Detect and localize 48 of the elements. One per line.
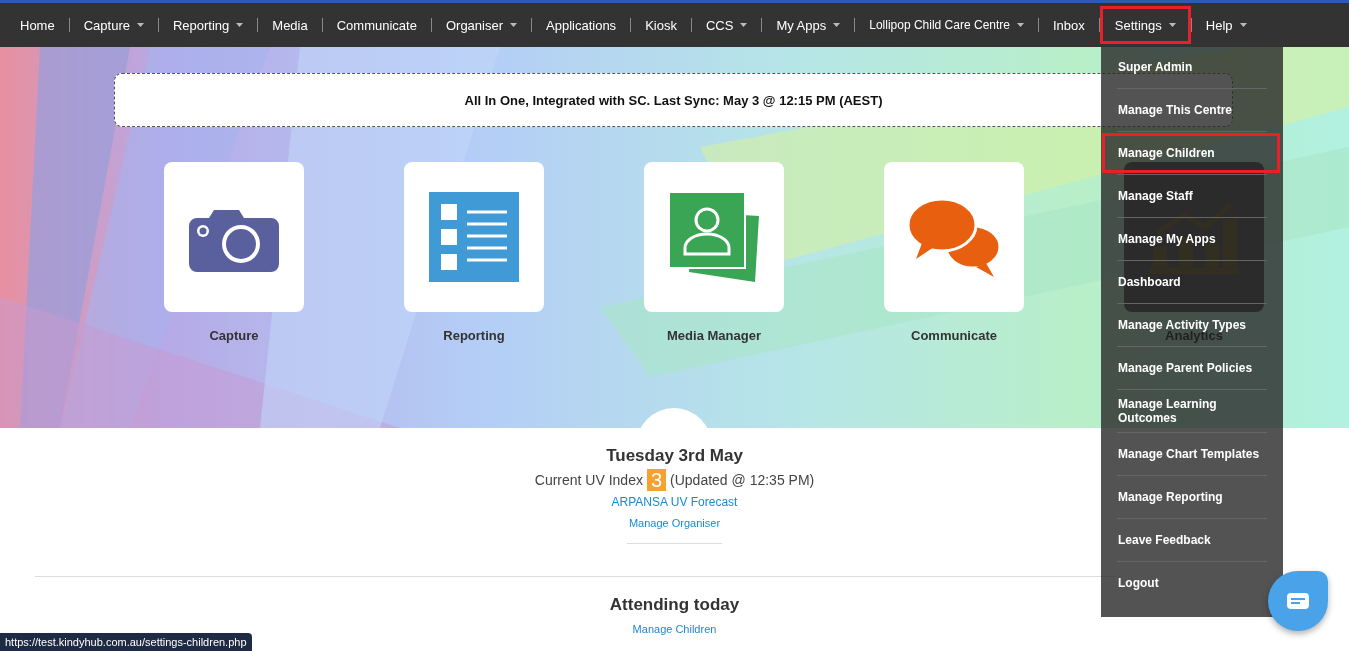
- nav-item[interactable]: Lollipop Child Care Centre: [855, 6, 1038, 44]
- tile-label: Capture: [209, 328, 259, 343]
- menu-item[interactable]: Manage Learning Outcomes: [1102, 391, 1280, 431]
- tile-label: Reporting: [443, 328, 505, 343]
- app-tile[interactable]: [644, 162, 784, 312]
- forecast-link[interactable]: ARPANSA UV Forecast: [611, 495, 738, 509]
- menu-item[interactable]: Manage Children: [1102, 133, 1280, 173]
- menu-item[interactable]: Manage Staff: [1102, 176, 1280, 216]
- menu-item[interactable]: Manage This Centre: [1102, 90, 1280, 130]
- uv-label: Current UV Index: [534, 472, 643, 488]
- date-heading: Tuesday 3rd May: [606, 446, 743, 466]
- app-tile[interactable]: [164, 162, 304, 312]
- chat-icon: [1287, 593, 1309, 609]
- menu-item[interactable]: Super Admin: [1102, 47, 1280, 87]
- chat-button[interactable]: [1268, 571, 1328, 631]
- menu-item[interactable]: Manage Chart Templates: [1102, 434, 1280, 474]
- menu-item[interactable]: Dashboard: [1102, 262, 1280, 302]
- nav-item[interactable]: CCS: [691, 6, 762, 44]
- status-url: https://test.kindyhub.com.au/settings-children.php: [0, 633, 252, 651]
- nav-item[interactable]: Organiser: [431, 6, 531, 44]
- nav-item[interactable]: Home: [6, 6, 69, 44]
- menu-item[interactable]: Manage Reporting: [1102, 477, 1280, 517]
- nav-item[interactable]: Settings: [1099, 6, 1191, 44]
- nav-item[interactable]: Help: [1191, 6, 1261, 44]
- menu-item[interactable]: Manage My Apps: [1102, 219, 1280, 259]
- manage-organiser-link[interactable]: Manage Organiser: [628, 517, 721, 529]
- menu-item[interactable]: Logout: [1102, 563, 1267, 603]
- uv-updated-text: (Updated @ 12:35 PM): [670, 472, 815, 488]
- app-tile[interactable]: [884, 162, 1024, 312]
- nav-item[interactable]: Communicate: [322, 6, 431, 44]
- nav-item[interactable]: Inbox: [1039, 6, 1099, 44]
- person-photo-icon: [669, 192, 759, 282]
- manage-children-link[interactable]: Manage Children: [632, 623, 717, 635]
- nav-item[interactable]: Media: [258, 6, 322, 44]
- attending-heading: Attending today: [609, 595, 740, 615]
- list-icon: [429, 192, 519, 282]
- app-tile[interactable]: [404, 162, 544, 312]
- chat-bubbles-icon: [908, 197, 1000, 277]
- tile-label: Communicate: [911, 328, 997, 343]
- tile-label: Media Manager: [667, 328, 761, 343]
- nav-item[interactable]: Reporting: [158, 6, 258, 44]
- nav-item[interactable]: Applications: [532, 6, 631, 44]
- menu-item[interactable]: Manage Parent Policies: [1102, 348, 1280, 388]
- nav-item[interactable]: Kiosk: [631, 6, 691, 44]
- uv-index-badge: 3: [646, 469, 667, 491]
- nav-item[interactable]: My Apps: [762, 6, 855, 44]
- menu-item[interactable]: Leave Feedback: [1102, 520, 1280, 560]
- nav-item[interactable]: Capture: [69, 6, 158, 44]
